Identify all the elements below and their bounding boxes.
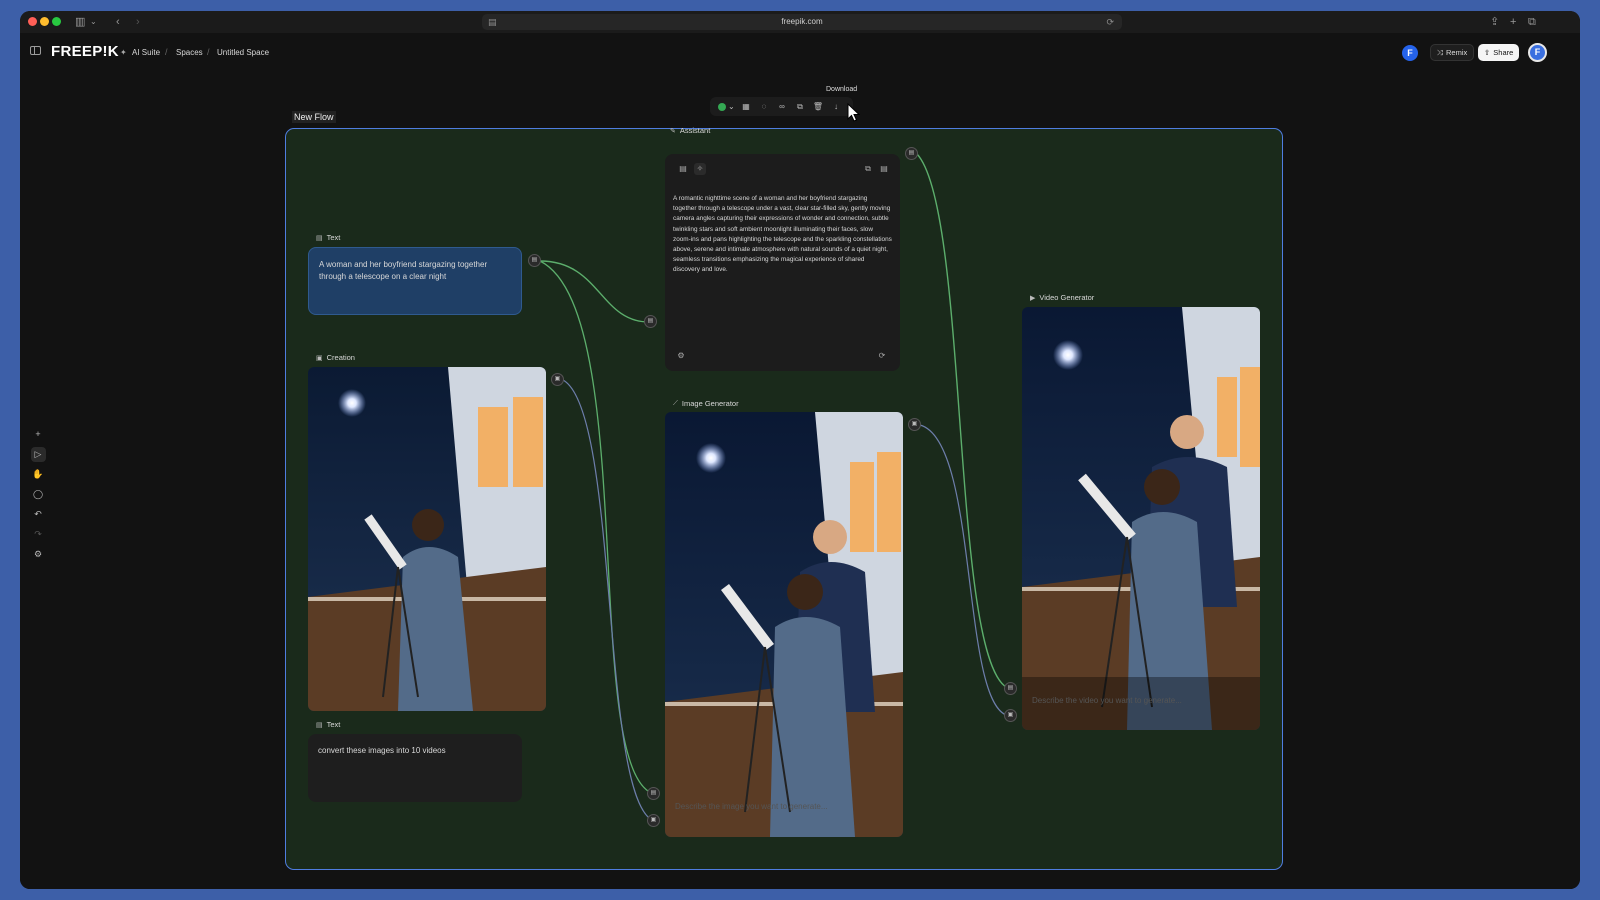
video-generator-label: ▶ Video Generator — [1030, 293, 1094, 302]
notes-icon[interactable]: ▤ — [878, 163, 890, 175]
image-prompt-input[interactable]: Describe the image you want to generate.… — [675, 802, 828, 811]
assistant-input-handle-icon[interactable]: ▤ — [644, 315, 657, 328]
video-text-input-handle-icon[interactable]: ▤ — [1004, 682, 1017, 695]
creation-node-label: ▣ Creation — [316, 353, 355, 362]
text-icon: ▤ — [316, 721, 323, 729]
image-output-handle-icon[interactable]: ▣ — [551, 373, 564, 386]
regenerate-icon[interactable]: ⟳ — [876, 350, 888, 362]
image-text-input-handle-icon[interactable]: ▤ — [647, 787, 660, 800]
video-camera-icon: ▶ — [1030, 294, 1036, 302]
assistant-node[interactable]: ▤ ✧ ⧉ ▤ A romantic nighttime scene of a … — [665, 154, 900, 371]
video-frame-photo — [1022, 307, 1260, 730]
edge-assistant-to-video-generator — [916, 153, 1011, 690]
text-node-2-label: ▤ Text — [316, 720, 340, 729]
image-icon: ▣ — [316, 354, 323, 362]
text-node-title: Text — [326, 233, 341, 242]
video-prompt-input[interactable]: Describe the video you want to generate.… — [1032, 696, 1182, 705]
document-icon[interactable]: ▤ — [677, 163, 689, 175]
edge-text-to-image-generator — [539, 260, 655, 795]
sparkle-icon[interactable]: ✧ — [694, 163, 706, 175]
text-output-handle-icon[interactable]: ▤ — [528, 254, 541, 267]
image-generator-label: ⟋ Image Generator — [673, 399, 739, 408]
text-node-content: A woman and her boyfriend stargazing tog… — [319, 260, 488, 281]
pencil-icon: ✎ — [670, 127, 676, 135]
video-image-input-handle-icon[interactable]: ▣ — [1004, 709, 1017, 722]
copy-icon[interactable]: ⧉ — [862, 163, 874, 175]
assistant-node-title: Assistant — [679, 126, 711, 135]
video-generator-output[interactable]: Describe the video you want to generate.… — [1022, 307, 1260, 730]
generated-couple-photo — [665, 412, 903, 837]
assistant-output-handle-icon[interactable]: ▤ — [905, 147, 918, 160]
image-generator-title: Image Generator — [681, 399, 739, 408]
text-node-2-content: convert these images into 10 videos — [318, 746, 446, 755]
edge-creation-to-image-generator — [562, 379, 655, 822]
video-generator-title: Video Generator — [1039, 293, 1095, 302]
settings-icon[interactable]: ⚙ — [675, 350, 687, 362]
creation-node-title: Creation — [326, 353, 355, 362]
text-node-instruction[interactable]: convert these images into 10 videos — [308, 734, 522, 802]
edge-image-to-video-generator — [919, 424, 1011, 717]
image-output-handle-icon[interactable]: ▣ — [908, 418, 921, 431]
stargazing-photo — [308, 367, 546, 711]
image-ref-input-handle-icon[interactable]: ▣ — [647, 814, 660, 827]
assistant-output-text: A romantic nighttime scene of a woman an… — [673, 195, 892, 274]
wand-icon: ⟋ — [673, 399, 678, 407]
image-generator-output[interactable]: Describe the image you want to generate.… — [665, 412, 903, 837]
text-node-2-title: Text — [326, 720, 341, 729]
text-node-label: ▤ Text — [316, 233, 340, 242]
browser-window: ▥ ⌄ ‹ › ▤ freepik.com ⟳ ⇪ + ⧉ FREEP!K ✦ … — [20, 11, 1580, 889]
text-icon: ▤ — [316, 234, 323, 242]
creation-image[interactable] — [308, 367, 546, 711]
edge-text-to-assistant — [539, 260, 650, 323]
text-node-prompt[interactable]: A woman and her boyfriend stargazing tog… — [308, 247, 522, 315]
assistant-node-label: ✎ Assistant — [670, 126, 710, 135]
